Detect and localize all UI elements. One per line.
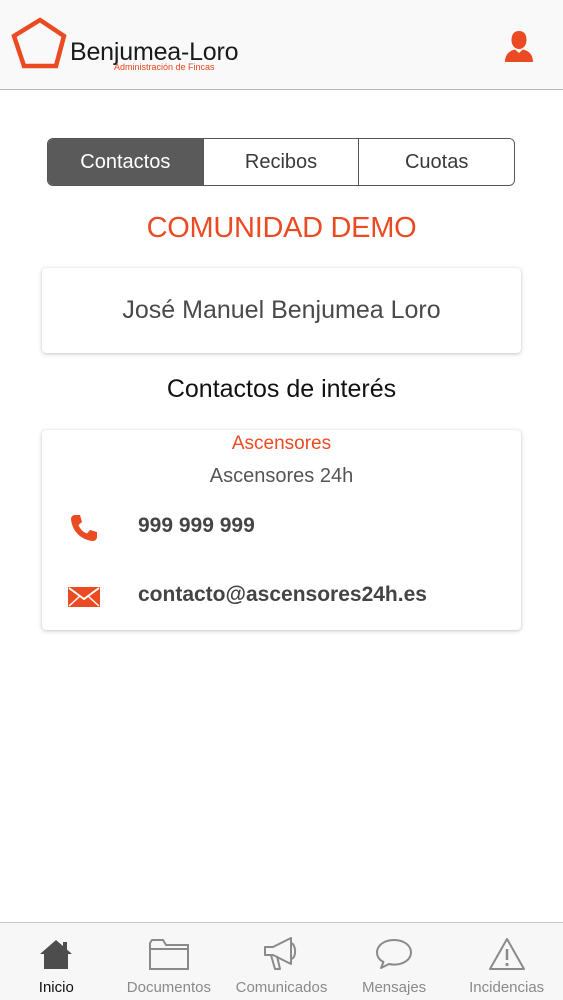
pentagon-logo-icon — [11, 17, 67, 69]
brand-subtitle: Administración de Fincas — [114, 62, 215, 72]
brand-logo: Benjumea-Loro Administración de Fincas — [10, 16, 240, 74]
nav-label-comunicados: Comunicados — [235, 979, 328, 996]
segmented-tabs: Contactos Recibos Cuotas — [47, 138, 515, 186]
contact-card: Ascensores Ascensores 24h 999 999 999 co… — [42, 430, 521, 630]
envelope-icon — [68, 581, 100, 613]
nav-item-incidencias[interactable]: Incidencias — [450, 923, 563, 1000]
phone-icon — [68, 512, 100, 544]
bottom-navigation: Inicio Documentos Comunicados Mensajes I… — [0, 922, 563, 1000]
nav-label-mensajes: Mensajes — [361, 979, 427, 996]
contact-category: Ascensores — [231, 433, 332, 454]
nav-item-documentos[interactable]: Documentos — [113, 923, 226, 1000]
contact-email: contacto@ascensores24h.es — [138, 583, 427, 606]
contact-phone: 999 999 999 — [138, 514, 255, 537]
nav-item-mensajes[interactable]: Mensajes — [338, 923, 451, 1000]
user-icon — [505, 31, 533, 62]
folder-icon — [113, 935, 226, 973]
nav-item-comunicados[interactable]: Comunicados — [225, 923, 338, 1000]
contact-name: Ascensores 24h — [209, 465, 354, 487]
owner-name: José Manuel Benjumea Loro — [122, 296, 441, 324]
tab-cuotas[interactable]: Cuotas — [358, 139, 514, 185]
contacts-section-title: Contactos de interés — [166, 375, 397, 403]
contact-phone-row[interactable]: 999 999 999 — [42, 508, 521, 548]
contact-email-row[interactable]: contacto@ascensores24h.es — [42, 577, 521, 617]
home-icon — [0, 935, 113, 973]
chat-bubble-icon — [338, 935, 451, 973]
nav-item-inicio[interactable]: Inicio — [0, 923, 113, 1000]
nav-label-inicio: Inicio — [38, 979, 74, 996]
community-name: COMUNIDAD DEMO — [146, 212, 417, 244]
tab-recibos[interactable]: Recibos — [202, 139, 359, 185]
nav-label-documentos: Documentos — [126, 979, 211, 996]
nav-label-incidencias: Incidencias — [469, 979, 545, 996]
warning-icon — [450, 935, 563, 973]
app-header: Benjumea-Loro Administración de Fincas — [0, 0, 563, 90]
megaphone-icon — [225, 935, 338, 973]
tab-contactos[interactable]: Contactos — [48, 139, 203, 185]
owner-card: José Manuel Benjumea Loro — [42, 268, 521, 353]
user-profile-button[interactable] — [500, 26, 538, 66]
